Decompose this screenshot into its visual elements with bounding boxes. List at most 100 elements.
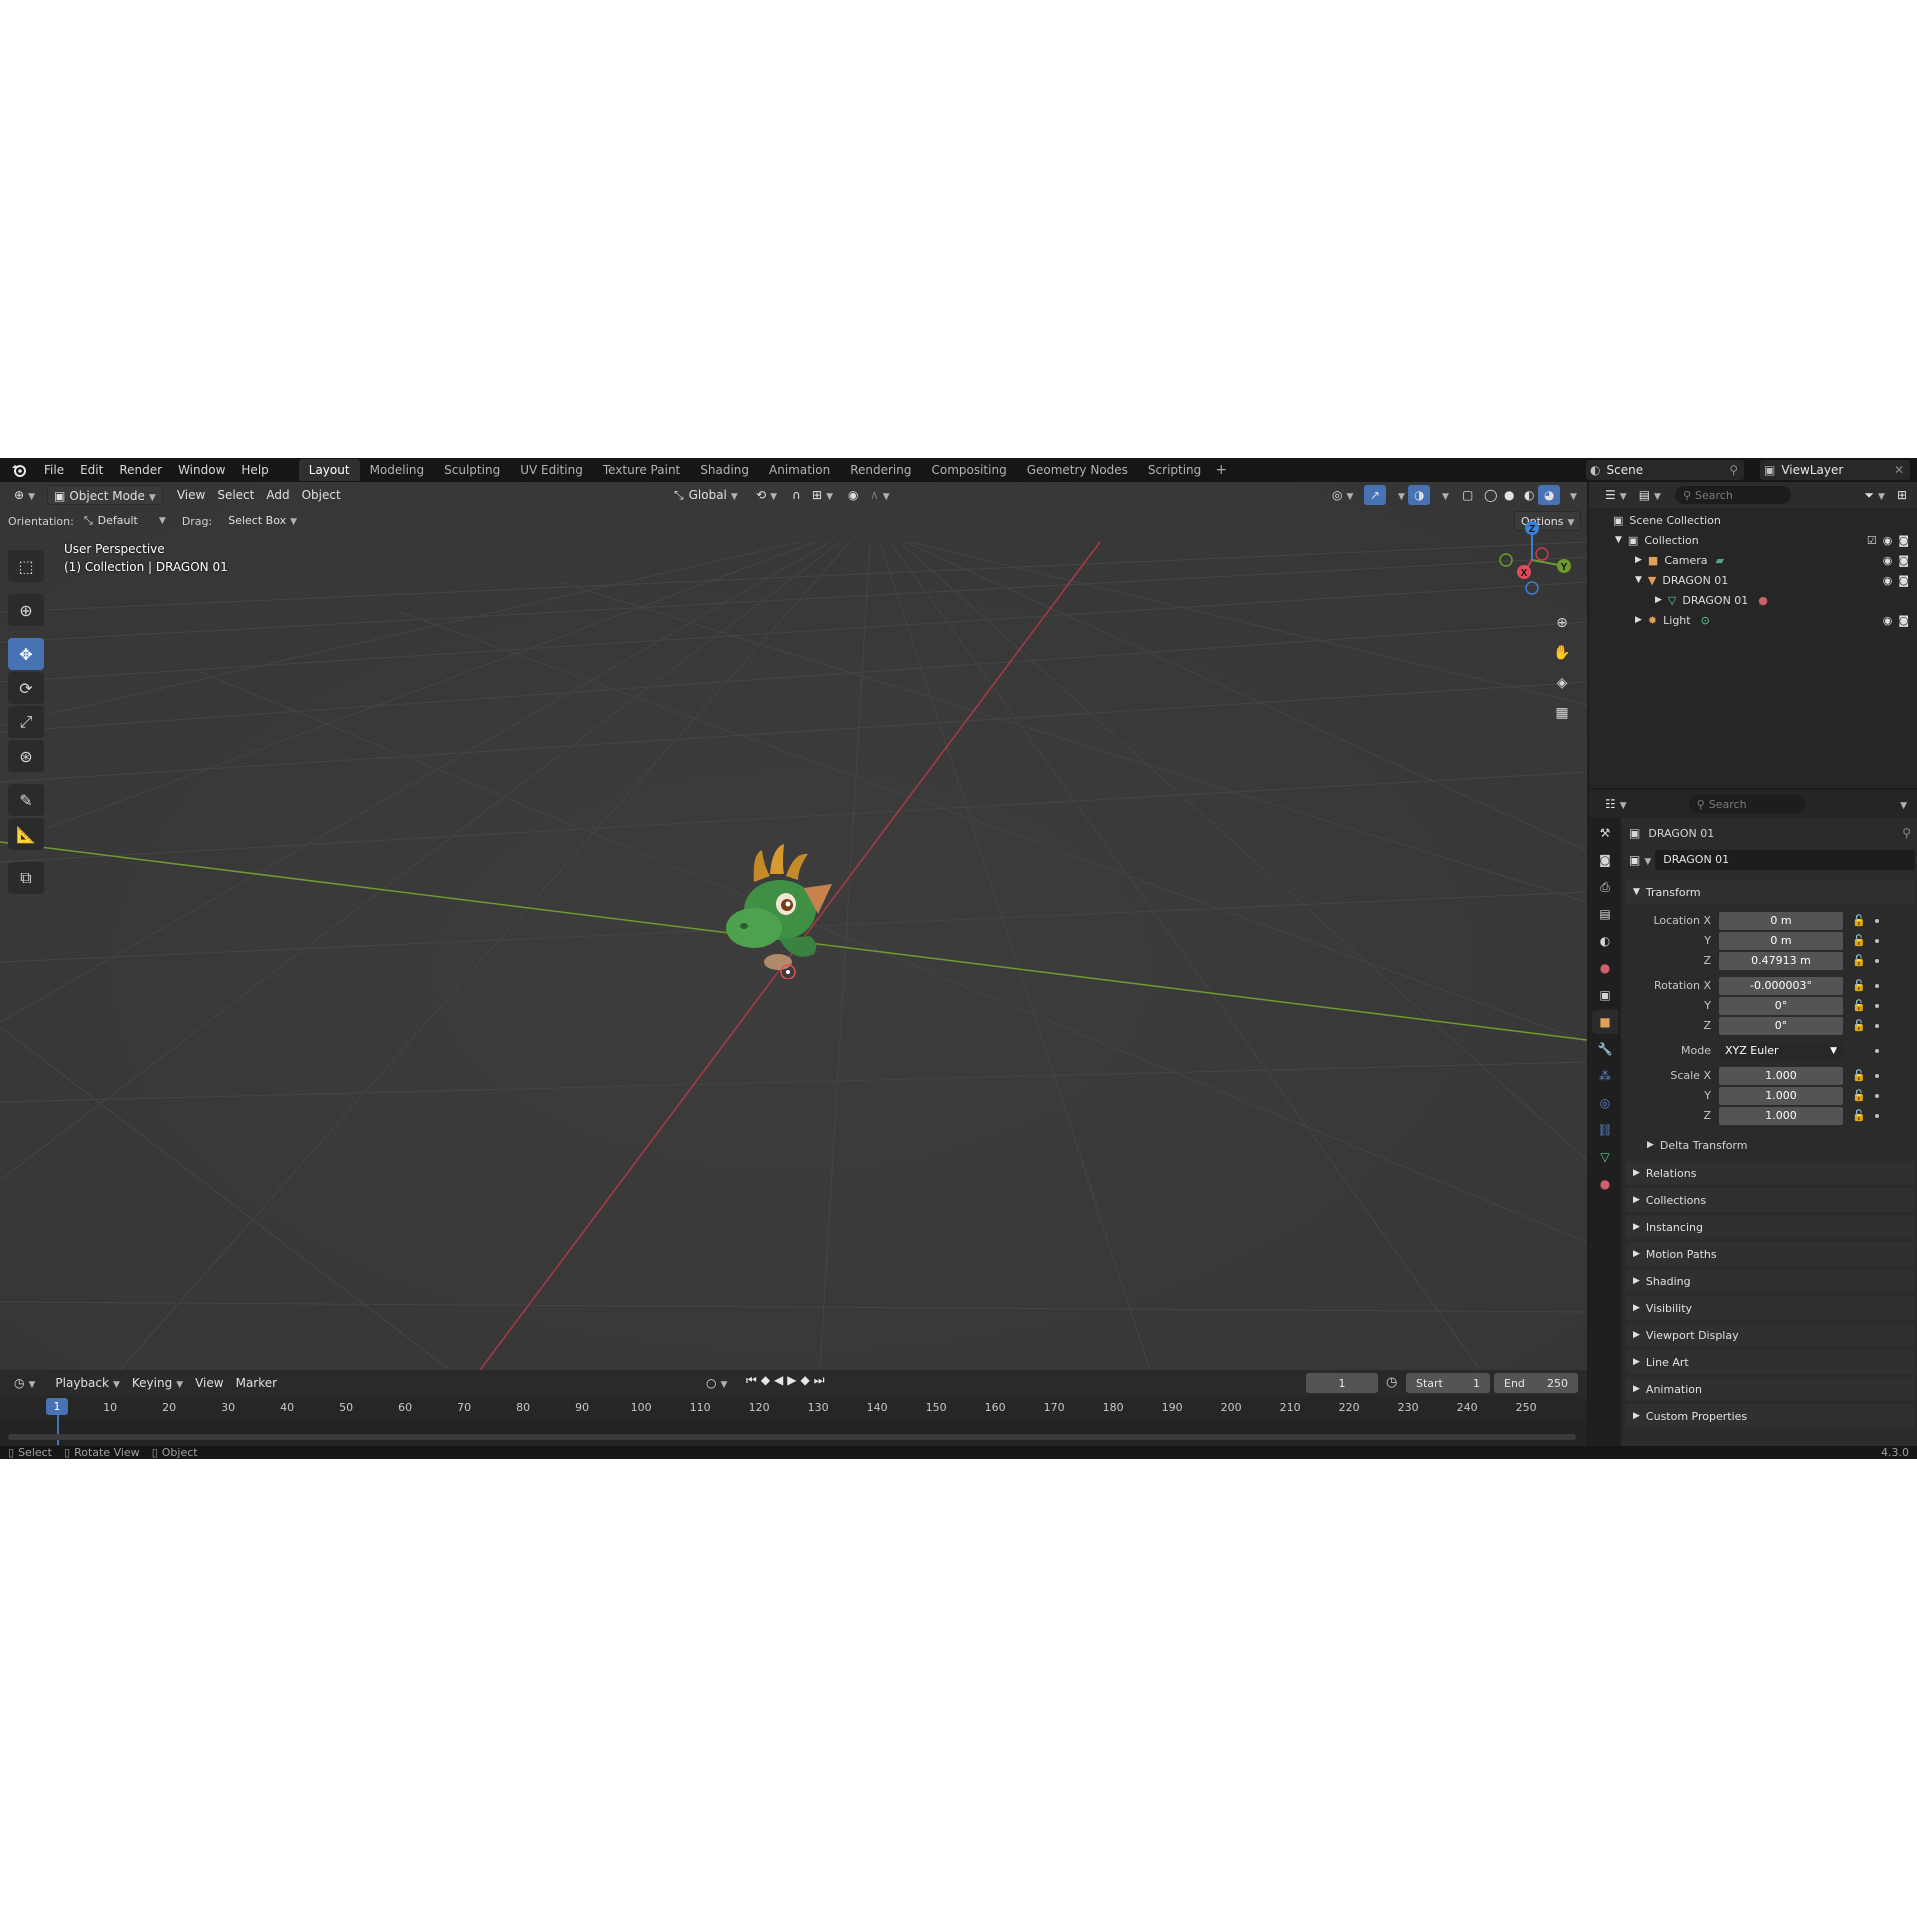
drag-select-box-dropdown[interactable]: Select Box ▼ — [222, 511, 303, 531]
panel-animation[interactable]: ▶ Animation — [1625, 1377, 1915, 1401]
tab-constraints[interactable]: ⛓ — [1592, 1118, 1618, 1142]
properties-search-input[interactable]: ⚲ Search — [1688, 795, 1805, 813]
display-mode-button[interactable]: ▤ ▼ — [1633, 485, 1667, 505]
visibility-selectability-button[interactable]: ◎ ▼ — [1326, 485, 1359, 505]
tab-render[interactable]: ◙ — [1592, 848, 1618, 872]
panel-visibility[interactable]: ▶ Visibility — [1625, 1296, 1915, 1320]
measure-tool[interactable]: 📐 — [8, 818, 44, 850]
panel-line-art[interactable]: ▶ Line Art — [1625, 1350, 1915, 1374]
transform-tool[interactable]: ⊛ — [8, 740, 44, 772]
lock-icon[interactable]: 🔓 — [1849, 914, 1869, 927]
transform-panel-header[interactable]: ▼ Transform — [1625, 880, 1915, 904]
close-icon[interactable]: ✕ — [1894, 463, 1904, 477]
editor-type-button[interactable]: ⊕ ▼ — [8, 485, 41, 505]
scale-tool[interactable]: ⤢ — [8, 706, 44, 738]
keyframe-dot[interactable] — [1875, 1093, 1879, 1098]
timeline-editor-type-button[interactable]: ◷ ▼ — [8, 1373, 41, 1393]
tab-scene[interactable]: ◐ — [1592, 929, 1618, 953]
panel-instancing[interactable]: ▶ Instancing — [1625, 1215, 1915, 1239]
rotation-x-field[interactable]: -0.000003° — [1719, 976, 1843, 995]
tab-object[interactable]: ■ — [1592, 1010, 1618, 1034]
scale-x-field[interactable]: 1.000 — [1719, 1066, 1843, 1085]
tab-modifiers[interactable]: 🔧 — [1592, 1037, 1618, 1061]
keyframe-dot[interactable] — [1875, 938, 1879, 943]
filter-button[interactable]: ⏷ ▼ — [1858, 485, 1891, 505]
outliner-row-camera[interactable]: ▶ ■ Camera ▰ ◉ ◙ — [1589, 550, 1917, 570]
location-y-field[interactable]: 0 m — [1719, 931, 1843, 950]
current-frame-field[interactable]: 1 — [1306, 1373, 1378, 1393]
scale-z-field[interactable]: 1.000 — [1719, 1106, 1843, 1125]
chevron-down-icon[interactable]: ▼ — [1615, 535, 1622, 545]
tab-rendering[interactable]: Rendering — [840, 459, 921, 481]
orientation-default-dropdown[interactable]: ⤡ Default ▼ — [78, 511, 172, 531]
shading-rendered-button[interactable]: ◕ — [1538, 485, 1561, 505]
scale-y-field[interactable]: 1.000 — [1719, 1086, 1843, 1105]
menu-object[interactable]: Object — [296, 485, 347, 505]
delta-transform-subpanel[interactable]: ▶ Delta Transform — [1625, 1135, 1915, 1155]
play-icon[interactable]: ▶ — [787, 1373, 796, 1388]
overlays-dropdown[interactable]: ▼ — [1432, 485, 1455, 505]
lock-icon[interactable]: 🔓 — [1849, 954, 1869, 967]
tab-shading[interactable]: Shading — [690, 459, 759, 481]
end-frame-field[interactable]: End 250 — [1494, 1373, 1578, 1393]
keyframe-dot[interactable] — [1875, 1073, 1879, 1078]
keyframe-dot[interactable] — [1875, 983, 1879, 988]
panel-viewport-display[interactable]: ▶ Viewport Display — [1625, 1323, 1915, 1347]
rotation-y-field[interactable]: 0° — [1719, 996, 1843, 1015]
menu-help[interactable]: Help — [233, 459, 276, 481]
tab-view-layer[interactable]: ▤ — [1592, 902, 1618, 926]
tab-output[interactable]: ⎙ — [1592, 875, 1618, 899]
keyframe-dot[interactable] — [1875, 1023, 1879, 1028]
properties-editor-type-button[interactable]: ☷ ▼ — [1599, 794, 1633, 814]
location-z-field[interactable]: 0.47913 m — [1719, 951, 1843, 970]
keyframe-dot[interactable] — [1875, 918, 1879, 923]
outliner-row-dragon-object[interactable]: ▼ ▼ DRAGON 01 ◉ ◙ — [1589, 570, 1917, 590]
tab-world[interactable]: ● — [1592, 956, 1618, 980]
chevron-right-icon[interactable]: ▶ — [1635, 555, 1642, 565]
eye-icon[interactable]: ◉ — [1883, 554, 1893, 567]
tab-geometry-nodes[interactable]: Geometry Nodes — [1017, 459, 1138, 481]
eye-icon[interactable]: ◉ — [1883, 574, 1893, 587]
panel-custom-properties[interactable]: ▶ Custom Properties — [1625, 1404, 1915, 1428]
lock-icon[interactable]: 🔓 — [1849, 979, 1869, 992]
menu-file[interactable]: File — [36, 459, 72, 481]
checkbox-icon[interactable]: ☑ — [1867, 534, 1877, 547]
perspective-toggle-button[interactable]: ▦ — [1548, 700, 1576, 726]
view-layer-selector[interactable]: ▣ ViewLayer ✕ — [1760, 460, 1910, 480]
tab-data[interactable]: ▽ — [1592, 1145, 1618, 1169]
outliner-row-scene-collection[interactable]: ▣ Scene Collection — [1589, 510, 1917, 530]
properties-options-button[interactable]: ▼ — [1890, 794, 1913, 814]
tab-uv-editing[interactable]: UV Editing — [510, 459, 593, 481]
keyframe-dot[interactable] — [1875, 1048, 1879, 1053]
object-datablock-button[interactable]: ▣ ▼ — [1625, 850, 1655, 870]
camera-render-icon[interactable]: ◙ — [1898, 554, 1909, 567]
pin-icon[interactable]: ⚲ — [1902, 826, 1911, 840]
snap-target-button[interactable]: ⊞ ▼ — [806, 485, 839, 505]
cursor-tool[interactable]: ⊕ — [8, 594, 44, 626]
panel-shading[interactable]: ▶ Shading — [1625, 1269, 1915, 1293]
chevron-down-icon[interactable]: ▼ — [1635, 575, 1642, 585]
proportional-edit-toggle[interactable]: ◉ — [842, 485, 864, 505]
rotate-tool[interactable]: ⟳ — [8, 672, 44, 704]
outliner-row-collection[interactable]: ▼ ▣ Collection ☑ ◉ ◙ — [1589, 530, 1917, 550]
keyframe-dot[interactable] — [1875, 1113, 1879, 1118]
lock-icon[interactable]: 🔓 — [1849, 1019, 1869, 1032]
stopwatch-icon[interactable]: ◷ — [1386, 1375, 1397, 1390]
menu-add[interactable]: Add — [260, 485, 295, 505]
panel-motion-paths[interactable]: ▶ Motion Paths — [1625, 1242, 1915, 1266]
navigation-gizmo[interactable]: Z Y X — [1490, 518, 1574, 602]
menu-edit[interactable]: Edit — [72, 459, 111, 481]
tab-physics[interactable]: ◎ — [1592, 1091, 1618, 1115]
gizmo-toggle[interactable]: ↗ — [1364, 485, 1387, 505]
pan-button[interactable]: ✋ — [1548, 640, 1576, 666]
snap-toggle[interactable]: ∩ — [786, 485, 807, 505]
next-keyframe-icon[interactable]: ◆ — [801, 1373, 810, 1388]
zoom-button[interactable]: ⊕ — [1548, 610, 1576, 636]
add-workspace-button[interactable]: + — [1211, 459, 1231, 481]
menu-select[interactable]: Select — [211, 485, 260, 505]
timeline-view-menu[interactable]: View — [189, 1373, 229, 1393]
object-mode-dropdown[interactable]: ▣ Object Mode ▼ — [46, 485, 163, 505]
camera-view-button[interactable]: ◈ — [1548, 670, 1576, 696]
tab-sculpting[interactable]: Sculpting — [434, 459, 510, 481]
timeline-ruler[interactable]: 10 20 30 40 50 60 70 80 90 100 110 120 130 140 150 160 1… — [0, 1396, 1587, 1445]
